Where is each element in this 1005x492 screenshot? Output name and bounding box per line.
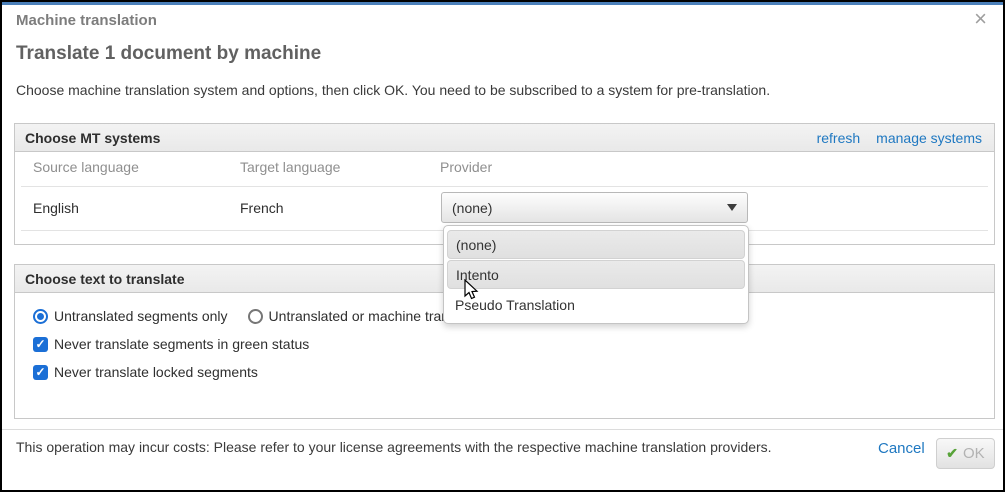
radio-label: Untranslated segments only <box>54 308 228 324</box>
mt-systems-panel-title: Choose MT systems <box>25 130 160 146</box>
column-header-target-language: Target language <box>240 159 340 175</box>
checkbox-label: Never translate locked segments <box>54 364 258 380</box>
radio-untranslated-only[interactable]: Untranslated segments only <box>33 308 228 324</box>
dialog-title: Machine translation <box>16 12 157 29</box>
dropdown-option-none[interactable]: (none) <box>447 230 745 259</box>
target-language-cell: French <box>240 200 284 216</box>
column-header-source-language: Source language <box>33 159 139 175</box>
text-panel-title: Choose text to translate <box>25 271 184 287</box>
dialog-description: Choose machine translation system and op… <box>16 82 770 98</box>
table-header-divider <box>21 186 988 187</box>
ok-button[interactable]: ✔ OK <box>936 438 995 469</box>
provider-select[interactable]: (none) <box>441 192 748 223</box>
column-header-provider: Provider <box>440 159 492 175</box>
checkbox-label: Never translate segments in green status <box>54 336 309 352</box>
chevron-down-icon <box>727 204 737 211</box>
checkbox-checked-icon: ✓ <box>33 337 48 352</box>
checkbox-checked-icon: ✓ <box>33 365 48 380</box>
cost-warning-text: This operation may incur costs: Please r… <box>16 439 772 455</box>
footer-divider <box>2 429 1003 430</box>
page-title: Translate 1 document by machine <box>16 43 321 65</box>
check-icon: ✔ <box>946 445 958 462</box>
dropdown-option-intento[interactable]: Intento <box>447 260 745 289</box>
machine-translation-dialog: Machine translation × Translate 1 docume… <box>0 0 1005 492</box>
dialog-top-accent-bar <box>2 2 1003 5</box>
source-language-cell: English <box>33 200 79 216</box>
radio-unselected-icon <box>248 309 263 324</box>
cancel-button[interactable]: Cancel <box>878 440 925 457</box>
provider-dropdown-list: (none) Intento Pseudo Translation <box>443 225 749 324</box>
ok-button-label: OK <box>963 445 985 462</box>
refresh-link[interactable]: refresh <box>817 130 861 146</box>
checkbox-never-locked[interactable]: ✓ Never translate locked segments <box>33 364 672 380</box>
close-icon[interactable]: × <box>974 8 987 30</box>
dropdown-option-pseudo-translation[interactable]: Pseudo Translation <box>447 290 745 319</box>
provider-select-value: (none) <box>452 200 492 216</box>
manage-systems-link[interactable]: manage systems <box>876 130 982 146</box>
checkbox-never-green-status[interactable]: ✓ Never translate segments in green stat… <box>33 336 672 352</box>
radio-selected-icon <box>33 309 48 324</box>
mt-systems-panel-header: Choose MT systems refresh manage systems <box>15 124 994 152</box>
